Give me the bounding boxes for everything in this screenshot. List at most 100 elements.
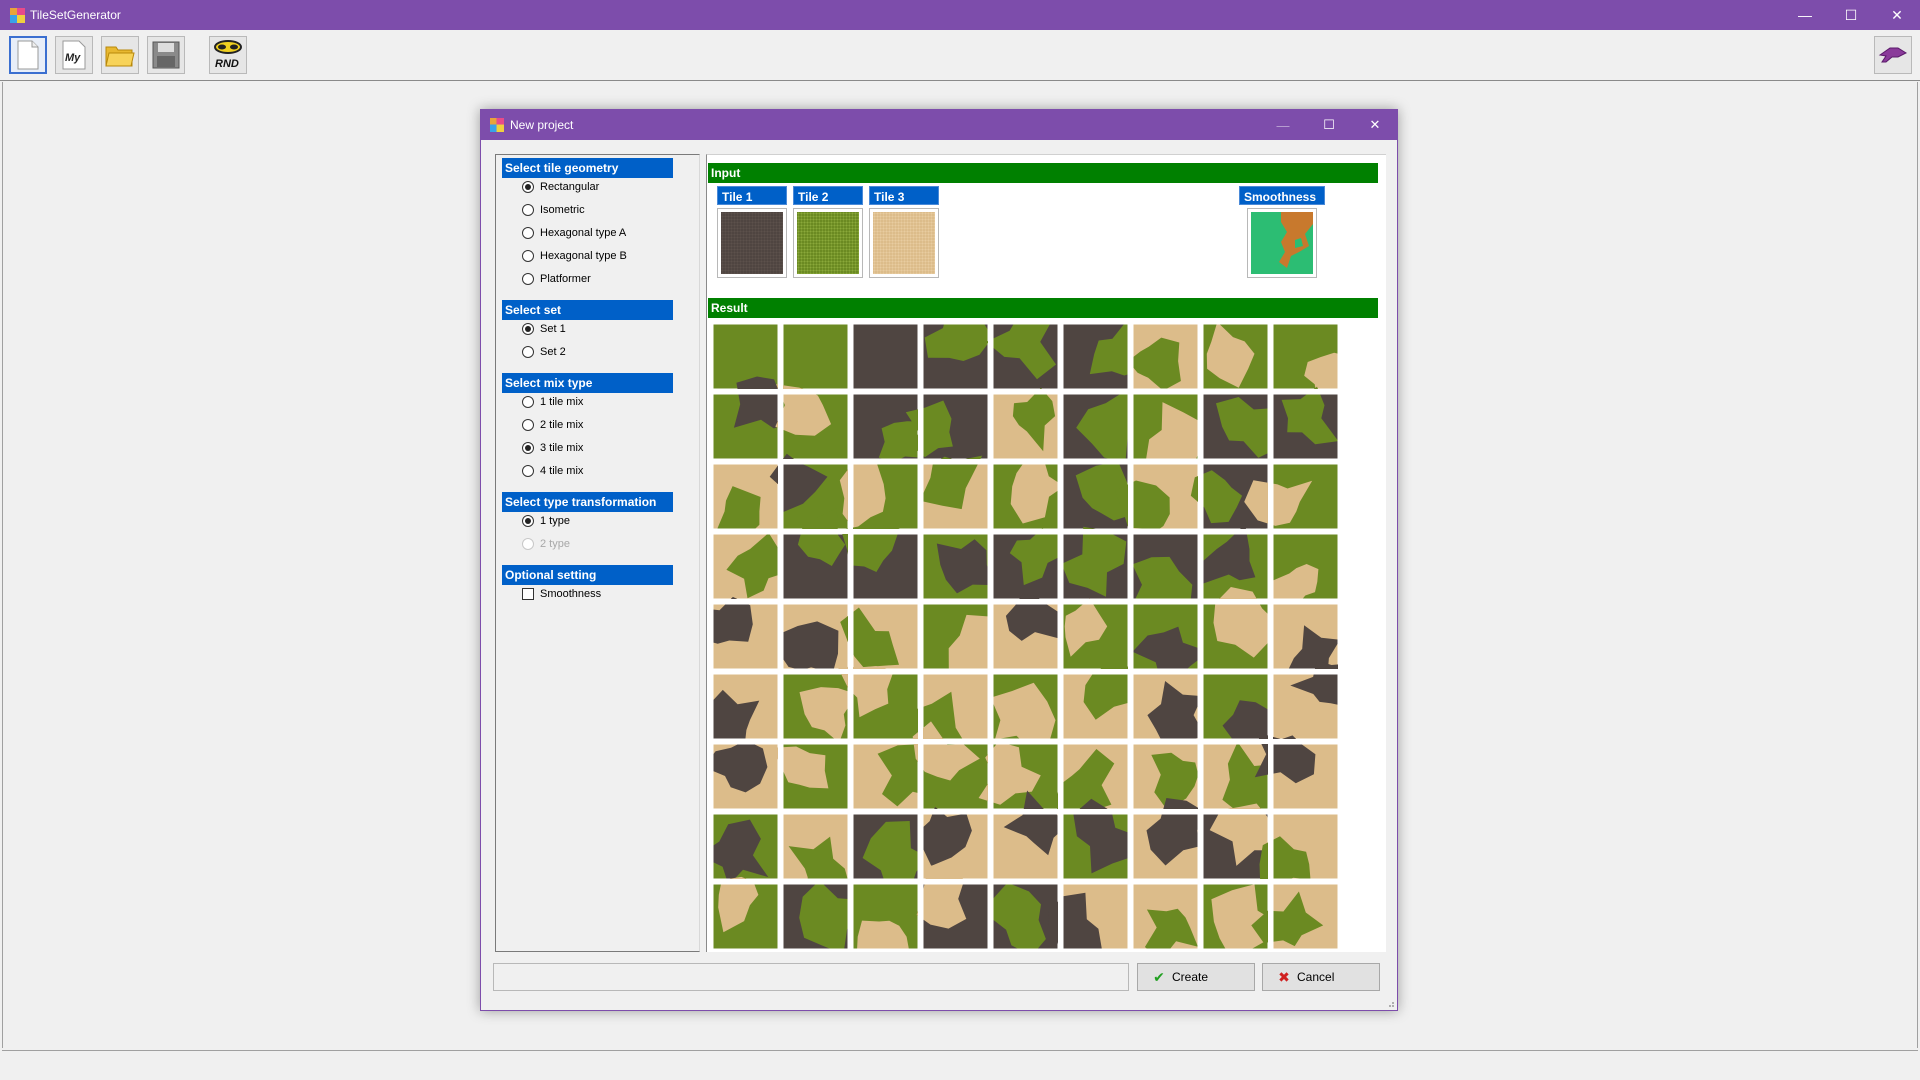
status-bar <box>2 1050 1918 1078</box>
random-button[interactable]: RND <box>209 36 247 74</box>
smoothness-preview[interactable] <box>1247 208 1317 278</box>
result-tile[interactable] <box>1132 534 1198 608</box>
cancel-button[interactable]: ✖ Cancel <box>1262 963 1380 991</box>
radio-geometry-2[interactable]: Hexagonal type A <box>522 225 626 241</box>
result-tile[interactable] <box>773 744 848 809</box>
radio-button[interactable] <box>522 465 534 477</box>
minimize-button[interactable]: — <box>1782 0 1828 30</box>
result-tile[interactable] <box>1133 744 1198 810</box>
folder-icon <box>105 42 135 68</box>
result-tile[interactable] <box>1133 884 1198 949</box>
open-folder-button[interactable] <box>101 36 139 74</box>
dialog-title-bar: New project — ☐ ✕ <box>481 110 1397 140</box>
dialog-maximize-button[interactable]: ☐ <box>1307 110 1351 140</box>
result-tile[interactable] <box>779 604 848 673</box>
cancel-button-label: Cancel <box>1297 970 1334 984</box>
tile-1-preview[interactable] <box>717 208 787 278</box>
project-name-field[interactable] <box>493 963 1129 991</box>
result-tile[interactable] <box>853 324 918 389</box>
input-header: Input <box>708 163 1378 183</box>
result-tile[interactable] <box>1128 324 1198 391</box>
svg-text:RND: RND <box>215 58 239 70</box>
result-header: Result <box>708 298 1378 318</box>
result-tile[interactable] <box>920 456 988 529</box>
result-tile[interactable] <box>986 324 1058 389</box>
result-tile[interactable] <box>923 324 993 389</box>
create-button[interactable]: ✔ Create <box>1137 963 1255 991</box>
radio-label: 2 tile mix <box>540 419 583 431</box>
dialog-title: New project <box>510 118 573 132</box>
result-tile[interactable] <box>783 881 859 950</box>
result-tile[interactable] <box>713 877 778 949</box>
mix-header: Select mix type <box>502 373 673 393</box>
radio-transform-0[interactable]: 1 type <box>522 513 570 529</box>
radio-button[interactable] <box>522 273 534 285</box>
radio-label: Rectangular <box>540 181 599 193</box>
radio-set-0[interactable]: Set 1 <box>522 321 566 337</box>
result-tile[interactable] <box>1273 387 1338 459</box>
smoothness-map <box>1251 212 1313 274</box>
result-tile[interactable] <box>713 597 778 669</box>
result-tile[interactable] <box>1063 665 1132 740</box>
options-panel: Select tile geometry RectangularIsometri… <box>495 154 700 952</box>
result-tile[interactable] <box>992 883 1058 949</box>
radio-button[interactable] <box>522 227 534 239</box>
app-icon <box>490 118 504 132</box>
new-document-button[interactable] <box>9 36 47 74</box>
result-tile[interactable] <box>853 884 918 949</box>
result-tile[interactable] <box>923 534 994 599</box>
checkmark-icon: ✔ <box>1146 969 1172 986</box>
radio-mix-3[interactable]: 4 tile mix <box>522 463 583 479</box>
smoothness-label: Smoothness <box>1239 186 1325 205</box>
rnd-mask-icon: RND <box>212 39 244 71</box>
result-tile[interactable] <box>993 594 1064 669</box>
radio-button[interactable] <box>522 515 534 527</box>
radio-geometry-4[interactable]: Platformer <box>522 271 591 287</box>
my-projects-button[interactable]: My <box>55 36 93 74</box>
settings-plane-button[interactable] <box>1874 36 1912 74</box>
close-button[interactable]: ✕ <box>1874 0 1920 30</box>
radio-button[interactable] <box>522 181 534 193</box>
result-tile[interactable] <box>993 459 1064 529</box>
radio-geometry-1[interactable]: Isometric <box>522 202 585 218</box>
radio-button[interactable] <box>522 442 534 454</box>
tile-1-label: Tile 1 <box>717 186 787 205</box>
radio-geometry-3[interactable]: Hexagonal type B <box>522 248 627 264</box>
result-tile[interactable] <box>1063 599 1128 670</box>
radio-geometry-0[interactable]: Rectangular <box>522 179 599 195</box>
radio-mix-0[interactable]: 1 tile mix <box>522 394 583 410</box>
radio-label: 1 type <box>540 515 570 527</box>
result-tile[interactable] <box>713 740 778 809</box>
resize-grip-icon[interactable] <box>1385 998 1395 1008</box>
radio-label: Platformer <box>540 273 591 285</box>
result-tile[interactable] <box>1203 394 1278 459</box>
radio-mix-1[interactable]: 2 tile mix <box>522 417 583 433</box>
radio-button[interactable] <box>522 419 534 431</box>
smoothness-checkbox-row[interactable]: Smoothness <box>522 586 601 602</box>
radio-button[interactable] <box>522 250 534 262</box>
radio-button[interactable] <box>522 396 534 408</box>
radio-button[interactable] <box>522 323 534 335</box>
result-tile[interactable] <box>783 674 857 743</box>
tile-2-preview[interactable] <box>793 208 863 278</box>
radio-button[interactable] <box>522 346 534 358</box>
result-tile[interactable] <box>1133 674 1206 748</box>
result-tile[interactable] <box>993 388 1058 459</box>
result-tile[interactable] <box>993 529 1067 599</box>
tile-3-preview[interactable] <box>869 208 939 278</box>
main-title-bar: TileSetGenerator — ☐ ✕ <box>0 0 1920 30</box>
dialog-minimize-button[interactable]: — <box>1261 110 1305 140</box>
save-button[interactable] <box>147 36 185 74</box>
result-tile[interactable] <box>1203 324 1268 389</box>
result-tile[interactable] <box>713 814 778 885</box>
radio-mix-2[interactable]: 3 tile mix <box>522 440 583 456</box>
result-tile[interactable] <box>783 324 848 389</box>
radio-set-1[interactable]: Set 2 <box>522 344 566 360</box>
maximize-button[interactable]: ☐ <box>1828 0 1874 30</box>
result-tile[interactable] <box>1062 527 1129 599</box>
result-tile[interactable] <box>775 384 848 459</box>
cross-icon: ✖ <box>1271 969 1297 986</box>
radio-button[interactable] <box>522 204 534 216</box>
smoothness-checkbox[interactable] <box>522 588 534 600</box>
dialog-close-button[interactable]: ✕ <box>1353 110 1397 140</box>
